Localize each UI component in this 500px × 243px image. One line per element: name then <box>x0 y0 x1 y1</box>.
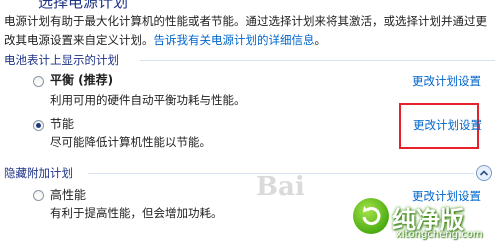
high-performance-plan-description: 有利于提高性能，但会增加功耗。 <box>50 206 223 220</box>
page-title: 选择电源计划 <box>38 0 129 11</box>
group-divider <box>140 60 495 61</box>
hidden-plans-group-label: 隐藏附加计划 <box>4 166 73 180</box>
refresh-leaf-icon <box>353 198 389 234</box>
power-plan-info-link[interactable]: 告诉我有关电源计划的详细信息 <box>154 33 315 47</box>
watermark-domain: xitongcheng.com <box>396 229 483 240</box>
high-performance-plan-radio[interactable] <box>33 190 44 201</box>
power-saver-plan-name[interactable]: 节能 <box>50 115 74 132</box>
intro-suffix: 。 <box>314 33 327 47</box>
power-saver-change-settings-link[interactable]: 更改计划设置 <box>413 117 482 133</box>
power-saver-plan-description: 尽可能降低计算机性能以节能。 <box>50 135 211 149</box>
collapse-hidden-plans-button[interactable] <box>476 165 492 181</box>
intro-text: 电源计划有助于最大化计算机的性能或者节能。通过选择计划来将其激活，或选择计划并通… <box>4 12 496 50</box>
chevron-up-icon <box>479 170 489 176</box>
balanced-change-settings-link[interactable]: 更改计划设置 <box>412 73 481 89</box>
power-saver-plan-radio[interactable] <box>33 120 44 131</box>
baidu-watermark: Bai <box>256 172 305 202</box>
balanced-plan-name[interactable]: 平衡 (推荐) <box>50 71 113 88</box>
high-performance-plan-name[interactable]: 高性能 <box>50 186 86 203</box>
balanced-plan-description: 利用可用的硬件自动平衡功耗与性能。 <box>50 93 246 107</box>
balanced-plan-radio[interactable] <box>33 76 44 87</box>
battery-plans-group-label: 电池表计上显示的计划 <box>4 53 119 67</box>
